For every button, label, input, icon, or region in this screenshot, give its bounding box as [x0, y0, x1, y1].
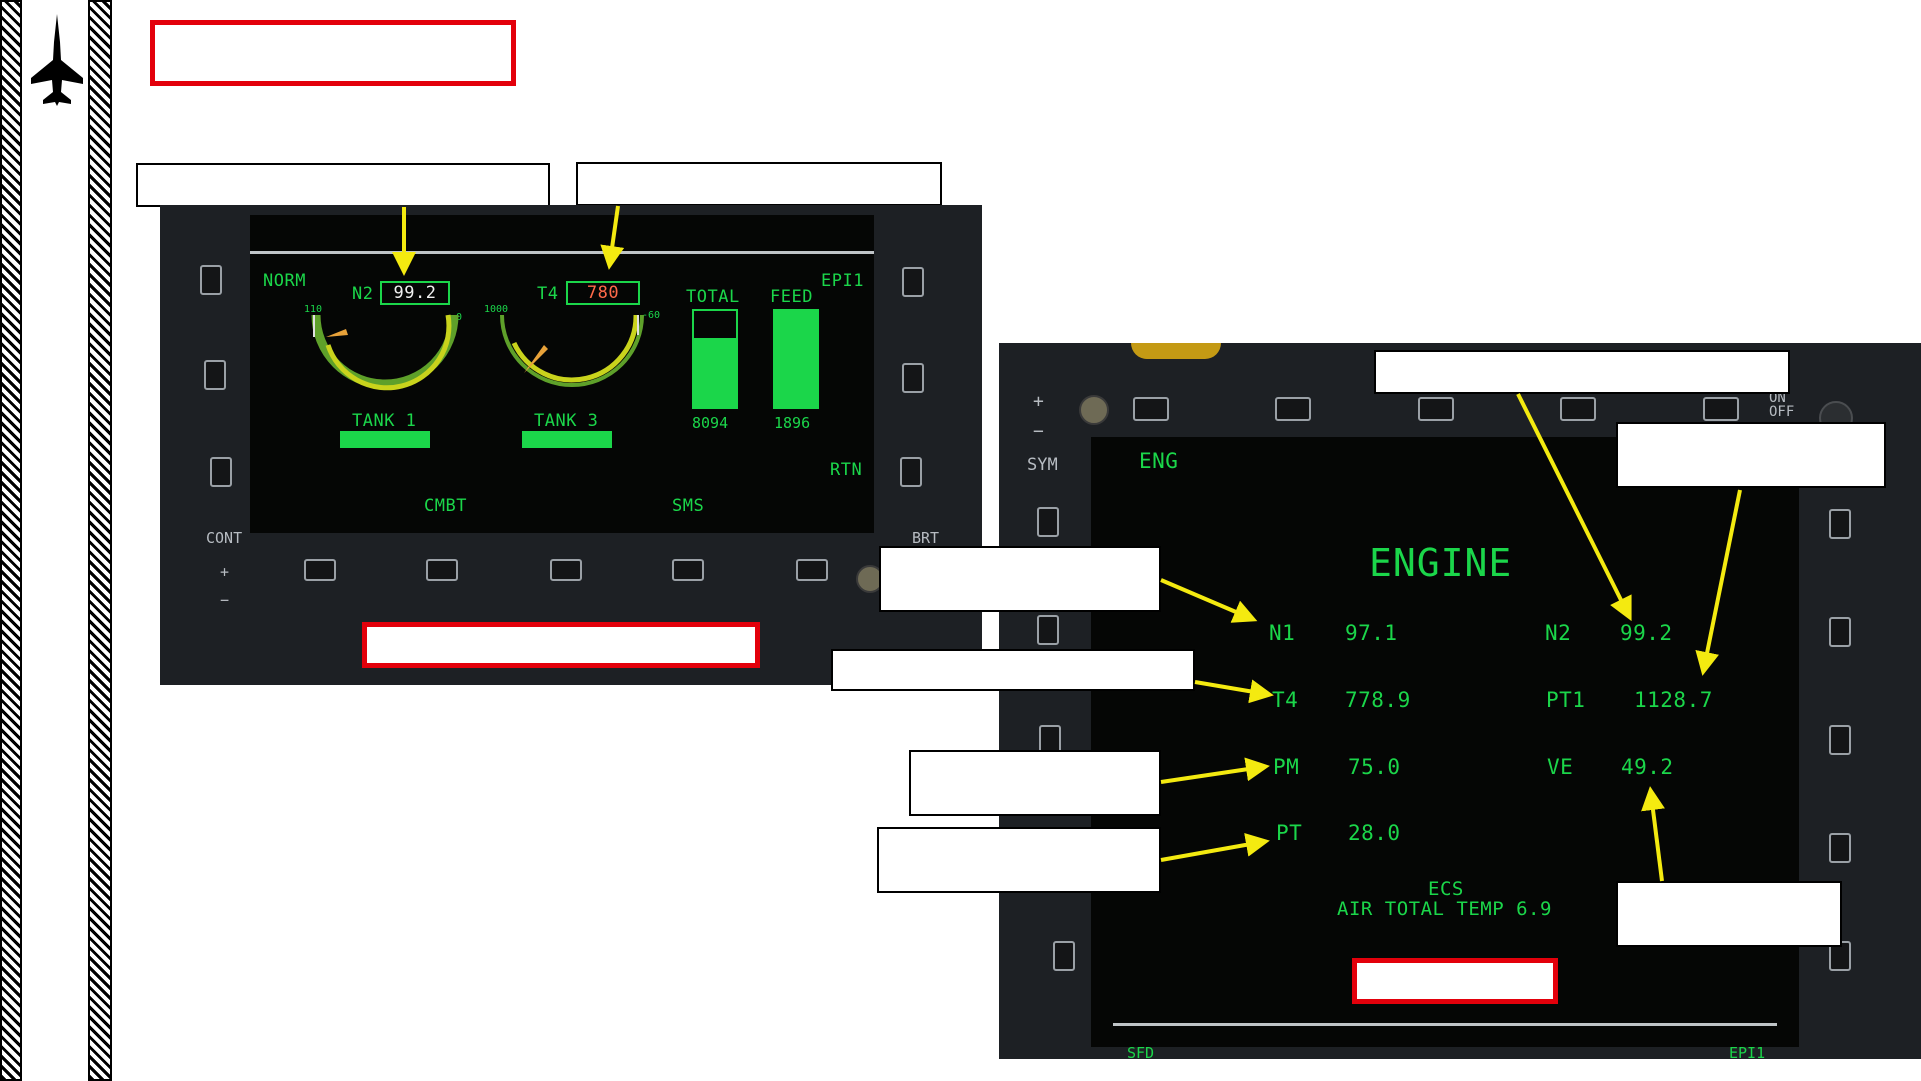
- arrow-to-pm: [1160, 757, 1270, 784]
- arrow-to-pt1: [1695, 489, 1742, 676]
- arrow-to-right-n2: [1516, 393, 1632, 622]
- arrow-to-n1: [1160, 578, 1258, 623]
- callout-arrows: [392, 205, 1742, 882]
- arrow-to-left-t4: [600, 205, 625, 270]
- arrow-to-right-t4: [1194, 679, 1274, 704]
- arrow-to-pt: [1160, 832, 1270, 862]
- arrow-to-ve: [1641, 786, 1665, 882]
